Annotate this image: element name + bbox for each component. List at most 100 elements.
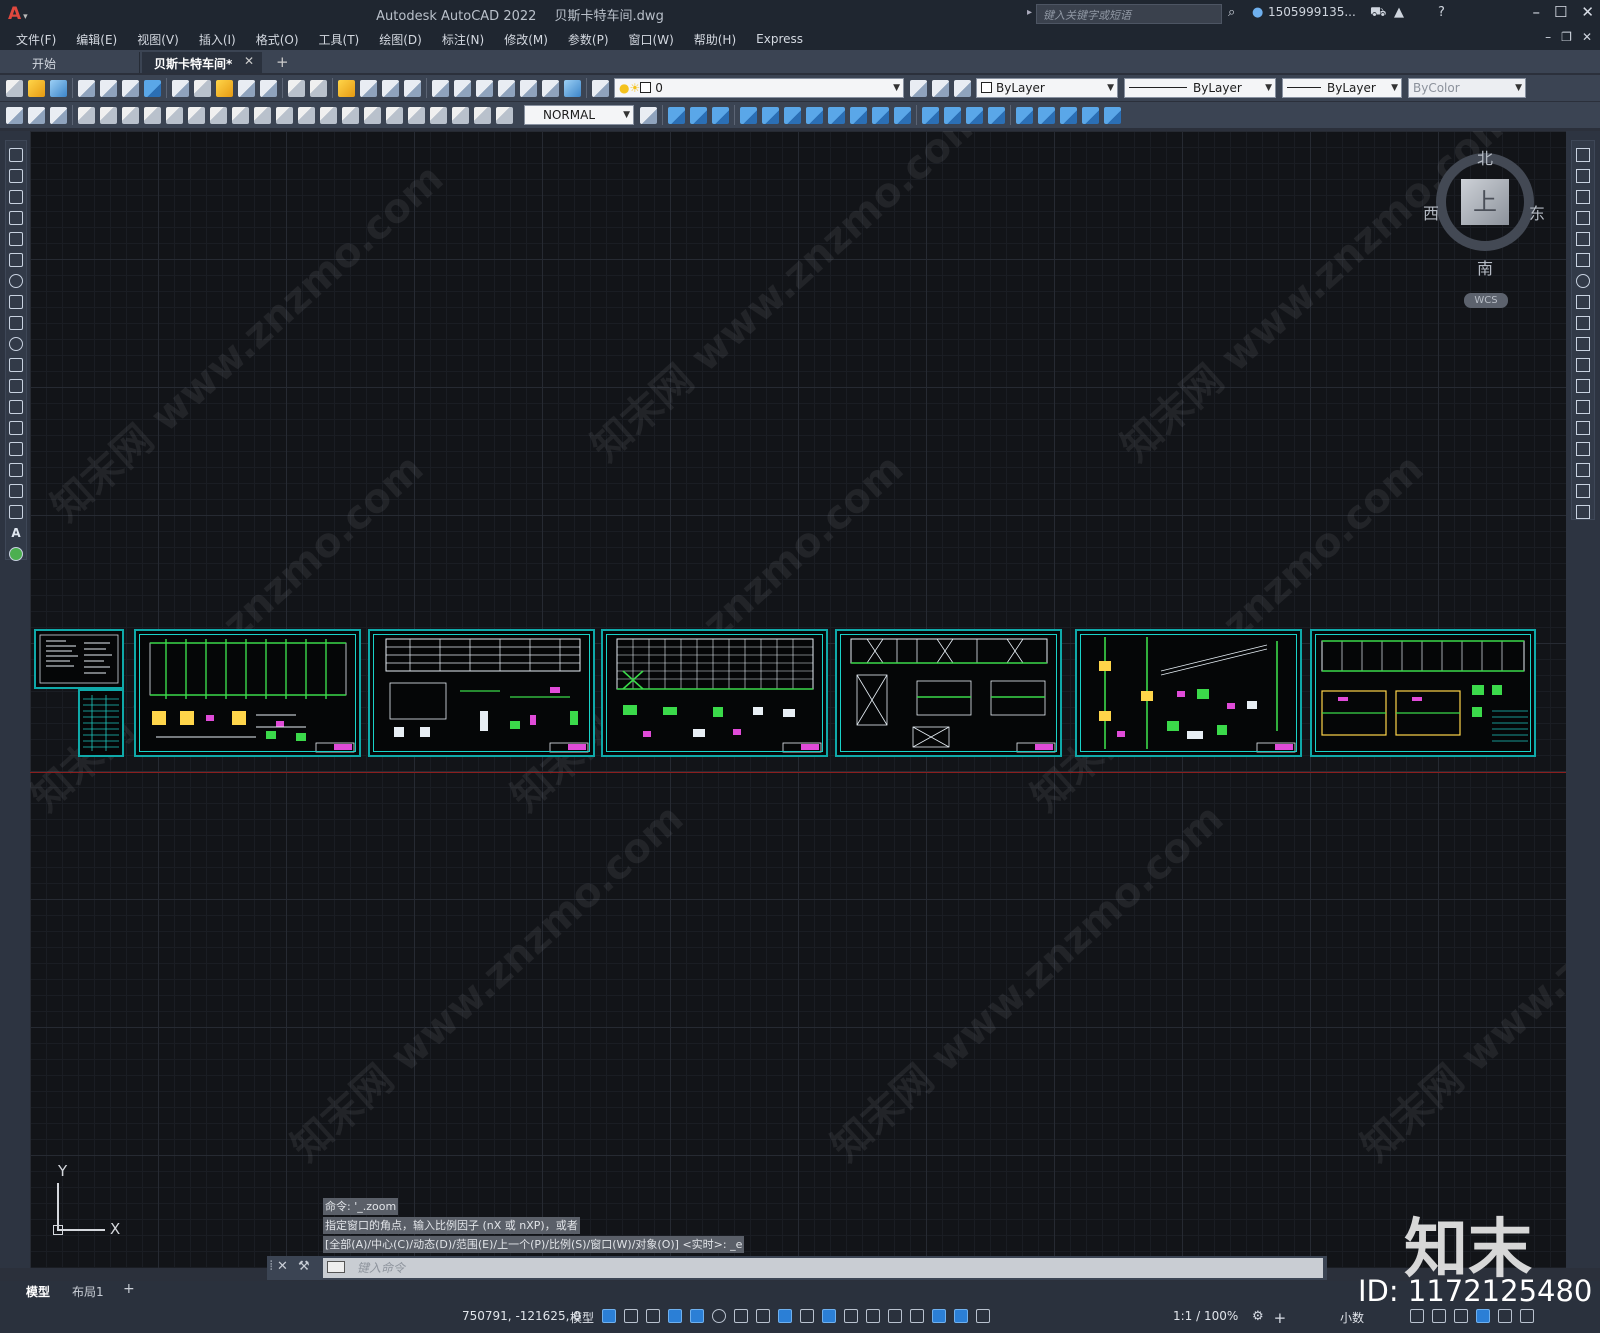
publish-icon[interactable] (122, 79, 139, 97)
new-tab-button[interactable]: + (276, 53, 289, 71)
help-icon[interactable]: ? (1438, 5, 1445, 20)
help-button-icon[interactable] (564, 79, 581, 97)
doc-close-icon[interactable]: ✕ (1582, 30, 1592, 44)
continue-icon[interactable] (298, 106, 315, 124)
pan-icon[interactable] (338, 79, 355, 97)
multiline-text-icon[interactable]: A (9, 526, 23, 540)
viewcube-west[interactable]: 西 (1423, 200, 1439, 224)
clean-icon[interactable] (944, 106, 961, 124)
grid-icon[interactable] (602, 1309, 616, 1323)
dynamic-ucs-icon[interactable] (888, 1309, 902, 1323)
dimension-edit-icon[interactable] (452, 106, 469, 124)
menu-edit[interactable]: 编辑(E) (76, 31, 117, 48)
3d-print-icon[interactable] (144, 79, 161, 97)
layer-state-icon[interactable] (954, 79, 971, 97)
color-dropdown[interactable]: ByLayer ▼ (976, 78, 1118, 98)
dynamic-input-icon[interactable] (668, 1309, 682, 1323)
drawing-sheet-6[interactable] (1310, 629, 1536, 757)
color-faces-icon[interactable] (894, 106, 911, 124)
dimension-space-icon[interactable] (320, 106, 337, 124)
baseline-icon[interactable] (276, 106, 293, 124)
design-center-icon[interactable] (454, 79, 471, 97)
break-at-point-icon[interactable] (1576, 379, 1590, 393)
polyline-icon[interactable] (9, 190, 23, 204)
workspace-icon[interactable] (6, 106, 23, 124)
add-selected-icon[interactable] (9, 547, 23, 561)
table-icon[interactable] (9, 505, 23, 519)
diameter-icon[interactable] (210, 106, 227, 124)
move-faces-icon[interactable] (762, 106, 779, 124)
drawing-sheet-4[interactable] (835, 629, 1062, 757)
solid-union-icon[interactable] (690, 106, 707, 124)
dimension-text-edit-icon[interactable] (474, 106, 491, 124)
tool-palettes-icon[interactable] (476, 79, 493, 97)
cut-icon[interactable] (172, 79, 189, 97)
linetype-dropdown[interactable]: ByLayer ▼ (1124, 78, 1276, 98)
selection-filter-icon[interactable] (910, 1309, 924, 1323)
a360-icon[interactable]: ▲ (1394, 5, 1404, 20)
drawing-sheet-2[interactable] (368, 629, 595, 757)
annotation-scale[interactable]: 1:1 / 100% (1173, 1309, 1238, 1323)
revision-cloud-icon[interactable] (9, 295, 23, 309)
offset-faces-icon[interactable] (784, 106, 801, 124)
close-icon[interactable]: ✕ (277, 1259, 288, 1274)
dimstyle-dropdown[interactable]: NORMAL ▼ (524, 105, 634, 125)
menu-tools[interactable]: 工具(T) (319, 31, 360, 48)
undo-icon[interactable] (288, 79, 305, 97)
menu-parametric[interactable]: 参数(P) (568, 31, 609, 48)
layer-dropdown[interactable]: ●☀ 0 ▼ (614, 78, 904, 98)
menu-file[interactable]: 文件(F) (16, 31, 56, 48)
arc-length-icon[interactable] (122, 106, 139, 124)
zoom-realtime-icon[interactable] (360, 79, 377, 97)
erase-icon[interactable] (1576, 148, 1590, 162)
object-snap-icon[interactable] (778, 1309, 792, 1323)
calculator-icon[interactable] (542, 79, 559, 97)
isolate-objects-icon[interactable] (1454, 1309, 1468, 1323)
plot-icon[interactable] (78, 79, 95, 97)
dimension-break-icon[interactable] (342, 106, 359, 124)
copy-faces-icon[interactable] (872, 106, 889, 124)
fillet-icon[interactable] (1576, 463, 1590, 477)
match-properties-icon[interactable] (238, 79, 255, 97)
lock-ui-icon[interactable] (1432, 1309, 1446, 1323)
lineweight-icon[interactable] (800, 1309, 814, 1323)
copy-icon[interactable] (194, 79, 211, 97)
drawing-sheet-3[interactable] (601, 629, 828, 757)
aligned-dimension-icon[interactable] (100, 106, 117, 124)
menu-draw[interactable]: 绘图(D) (379, 31, 422, 48)
help-search-input[interactable]: 键入关键字或短语 (1036, 4, 1222, 24)
delete-faces-icon[interactable] (806, 106, 823, 124)
workspace-gear-icon[interactable]: ⚙ (1252, 1309, 1264, 1327)
block-editor-icon[interactable] (260, 79, 277, 97)
blend-curves-icon[interactable] (1576, 484, 1590, 498)
minimize-icon[interactable]: – (1532, 3, 1540, 21)
stretch-icon[interactable] (1576, 316, 1590, 330)
line-icon[interactable] (9, 148, 23, 162)
cursor-coordinates[interactable]: 750791, -121625, 0 (462, 1309, 581, 1323)
spline-icon[interactable] (9, 316, 23, 330)
save-icon[interactable] (50, 79, 67, 97)
menu-format[interactable]: 格式(O) (256, 31, 299, 48)
slice-icon[interactable] (1060, 106, 1077, 124)
dimension-update-icon[interactable] (496, 106, 513, 124)
copy-object-icon[interactable] (1576, 169, 1590, 183)
markup-icon[interactable] (520, 79, 537, 97)
lineweight-dropdown[interactable]: ByLayer ▼ (1282, 78, 1402, 98)
doc-minimize-icon[interactable]: – (1545, 30, 1551, 44)
tab-model[interactable]: 模型 (26, 1283, 50, 1300)
offset-icon[interactable] (1576, 211, 1590, 225)
object-snap-tracking-icon[interactable] (756, 1309, 770, 1323)
array-icon[interactable] (1576, 232, 1590, 246)
selection-cycling-icon[interactable] (844, 1309, 858, 1323)
gizmo-icon[interactable] (932, 1309, 946, 1323)
dimension-style-icon[interactable] (640, 106, 657, 124)
drawing-sheet-1[interactable] (134, 629, 361, 757)
annotation-monitor-icon[interactable]: + (1274, 1309, 1287, 1327)
explode-icon[interactable] (1576, 505, 1590, 519)
circle-icon[interactable] (9, 274, 23, 288)
search-expand-icon[interactable]: ▸ (1027, 7, 1032, 18)
separate-icon[interactable] (966, 106, 983, 124)
transparency-icon[interactable] (822, 1309, 836, 1323)
tab-close-icon[interactable]: ✕ (244, 54, 254, 68)
polygon-icon[interactable] (9, 211, 23, 225)
